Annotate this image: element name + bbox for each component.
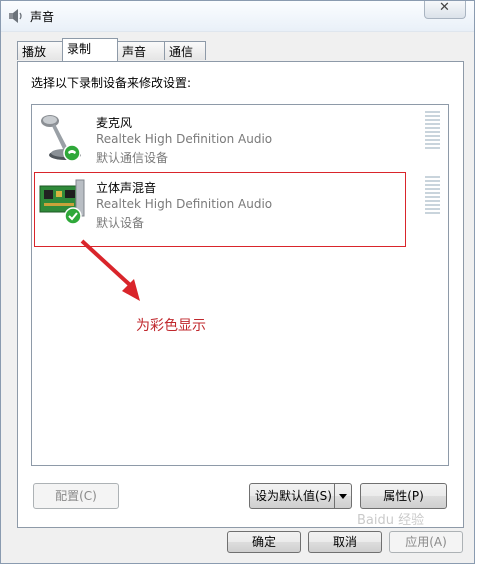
window-title: 声音 <box>30 10 55 24</box>
speaker-icon <box>9 9 22 23</box>
set-default-button[interactable]: 设为默认值(S) <box>249 483 352 509</box>
ok-button[interactable]: 确定 <box>227 531 301 553</box>
level-meter <box>425 176 440 218</box>
cancel-button[interactable]: 取消 <box>308 531 382 553</box>
tab-recording[interactable]: 录制 <box>62 38 118 61</box>
sound-dialog: 声音 ✕ 播放 录制 声音 通信 选择以下录制设备来修改设置: 麦克风 Real… <box>0 0 475 564</box>
close-button[interactable]: ✕ <box>424 0 466 19</box>
highlight-box <box>34 172 406 247</box>
microphone-icon <box>41 115 81 162</box>
set-default-label: 设为默认值(S) <box>255 489 332 503</box>
close-icon: ✕ <box>439 0 450 15</box>
apply-button[interactable]: 应用(A) <box>389 531 463 553</box>
recording-panel: 选择以下录制设备来修改设置: 麦克风 Realtek High Definiti… <box>17 61 464 528</box>
device-name: 麦克风 <box>96 116 133 130</box>
annotation-text: 为彩色显示 <box>136 318 206 334</box>
title-bar: 声音 ✕ <box>1 0 474 32</box>
annotation-arrow-icon <box>80 239 140 301</box>
tab-sounds[interactable]: 声音 <box>117 41 165 60</box>
tab-playback[interactable]: 播放 <box>17 41 63 60</box>
device-status: 默认通信设备 <box>96 151 169 165</box>
tab-communications[interactable]: 通信 <box>164 41 206 60</box>
configure-button[interactable]: 配置(C) <box>33 483 119 509</box>
properties-button[interactable]: 属性(P) <box>360 483 447 509</box>
level-meter <box>425 111 440 153</box>
list-item-microphone[interactable]: 麦克风 Realtek High Definition Audio 默认通信设备 <box>32 105 448 167</box>
instruction-text: 选择以下录制设备来修改设置: <box>31 76 192 90</box>
watermark-text: Baidu 经验 <box>357 513 425 528</box>
chevron-down-icon[interactable] <box>334 484 351 508</box>
device-driver: Realtek High Definition Audio <box>96 132 273 146</box>
